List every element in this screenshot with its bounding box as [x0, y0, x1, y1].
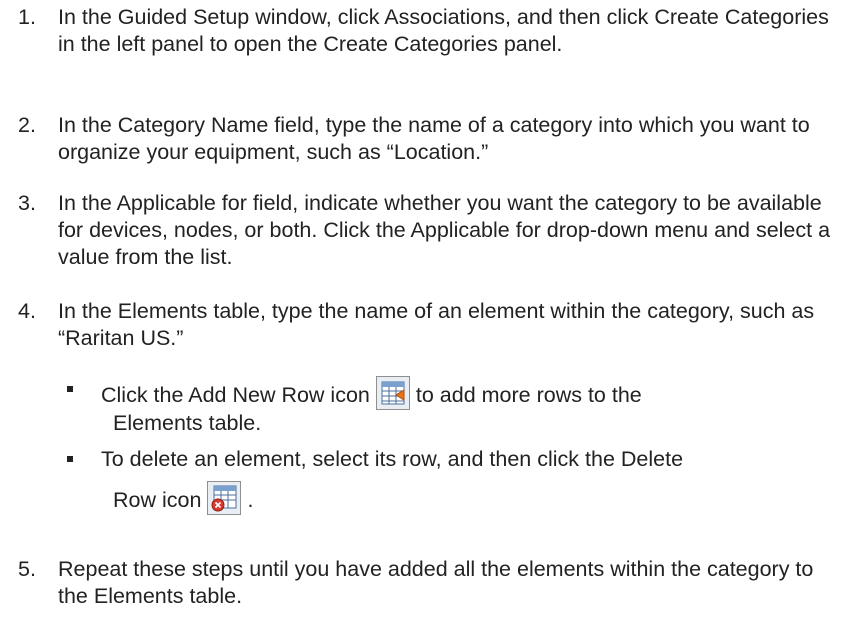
step-3: 3. In the Applicable for field, indicate… — [0, 190, 858, 271]
step-2: 2. In the Category Name field, type the … — [0, 112, 858, 166]
bullet-delete-row: To delete an element, select its row, an… — [0, 446, 800, 515]
step-text: Repeat these steps until you have added … — [58, 557, 814, 608]
step-5: 5. Repeat these steps until you have add… — [0, 556, 858, 610]
step-4: 4. In the Elements table, type the name … — [0, 298, 858, 352]
step-text: In the Elements table, type the name of … — [58, 299, 815, 350]
bullet-marker — [67, 456, 73, 462]
step-number: 1. — [18, 5, 36, 29]
bullet-text: Elements table. — [113, 411, 262, 435]
add-row-icon — [375, 376, 410, 410]
step-number: 4. — [18, 299, 36, 323]
bullet-text: Row icon — [113, 488, 202, 512]
step-number: 5. — [18, 557, 36, 581]
step-1: 1. In the Guided Setup window, click Ass… — [0, 4, 858, 58]
bullet-marker — [67, 386, 73, 392]
delete-row-icon — [207, 481, 242, 515]
bullet-text: Click the Add New Row icon — [101, 383, 370, 407]
step-text: In the Applicable for field, indicate wh… — [58, 191, 831, 269]
bullet-add-row: Click the Add New Row icon to add more r… — [0, 376, 800, 437]
bullet-text: . — [247, 488, 254, 512]
step-number: 2. — [18, 113, 36, 137]
instruction-document: 1. In the Guided Setup window, click Ass… — [0, 0, 858, 637]
step-text: In the Category Name field, type the nam… — [58, 113, 810, 164]
bullet-text: To delete an element, select its row, an… — [101, 447, 684, 471]
step-number: 3. — [18, 191, 36, 215]
step-text: In the Guided Setup window, click Associ… — [58, 5, 829, 56]
bullet-text: to add more rows to the — [415, 383, 642, 407]
